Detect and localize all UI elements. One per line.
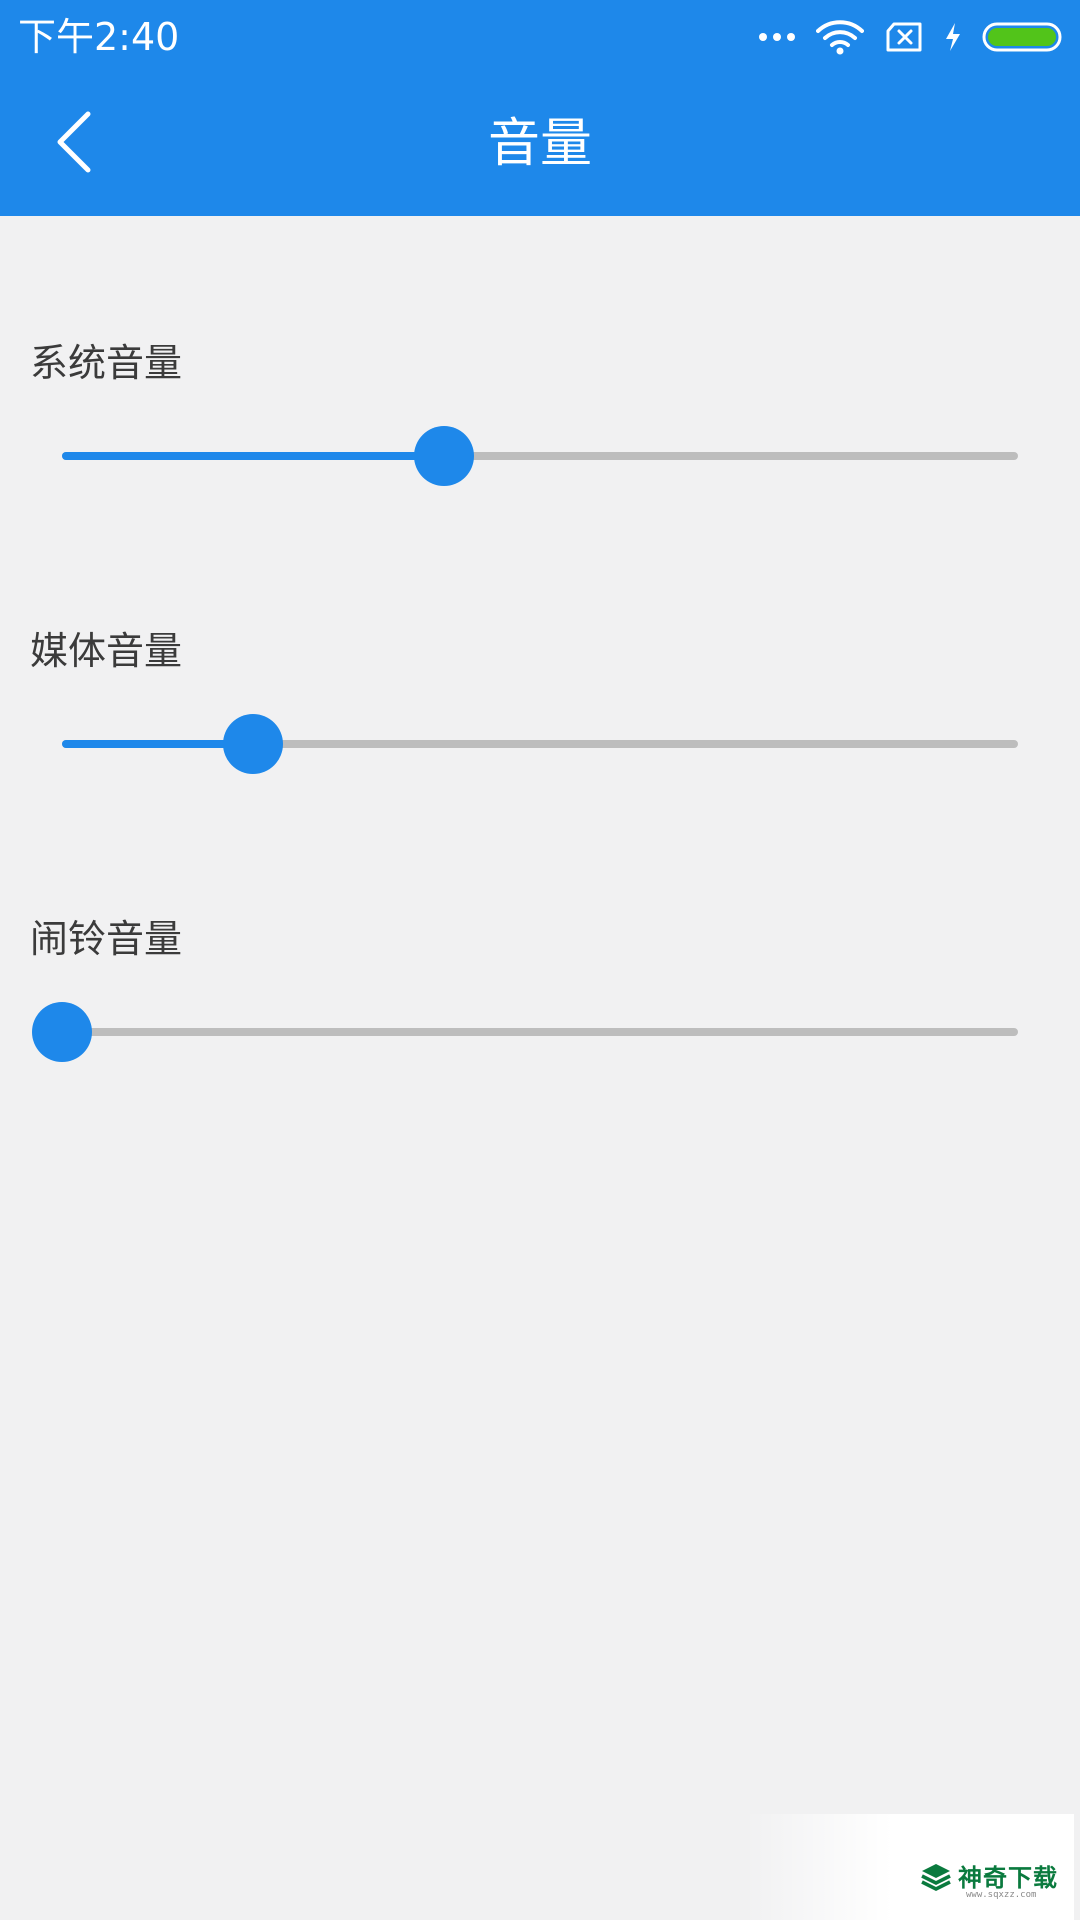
- watermark: 神奇下载 www.sqxzz.com: [744, 1814, 1074, 1920]
- slider-track: [62, 1028, 1018, 1036]
- watermark-logo-icon: [920, 1862, 952, 1896]
- slider-thumb[interactable]: [223, 714, 284, 774]
- page-title: 音量: [487, 114, 592, 174]
- media-volume-slider[interactable]: [62, 714, 1018, 774]
- status-bar: 下午2:40: [0, 0, 1080, 74]
- media-volume-section: 媒体音量: [0, 626, 1080, 826]
- charging-icon: [944, 22, 962, 52]
- slider-fill: [62, 452, 445, 460]
- media-volume-label: 媒体音量: [30, 629, 183, 673]
- system-volume-slider[interactable]: [62, 426, 1018, 486]
- more-dots-icon: [758, 32, 796, 42]
- volume-settings-screen: 下午2:40 音量 系统音量 媒体音量 闹铃音量 神奇下载 www.sqxzz.…: [0, 0, 1080, 1920]
- sim-none-icon: [884, 21, 924, 53]
- wifi-icon: [816, 19, 864, 55]
- status-time: 下午2:40: [18, 15, 180, 59]
- app-bar: 音量: [0, 74, 1080, 216]
- watermark-url: www.sqxzz.com: [966, 1890, 1037, 1900]
- slider-thumb[interactable]: [32, 1002, 92, 1062]
- system-volume-label: 系统音量: [30, 341, 183, 385]
- alarm-volume-section: 闹铃音量: [0, 914, 1080, 1114]
- system-volume-section: 系统音量: [0, 338, 1080, 538]
- watermark-text: 神奇下载: [958, 1864, 1058, 1892]
- alarm-volume-label: 闹铃音量: [30, 917, 183, 961]
- slider-thumb[interactable]: [414, 426, 475, 486]
- alarm-volume-slider[interactable]: [32, 1002, 1018, 1062]
- status-icons: [758, 16, 1062, 58]
- battery-icon: [982, 22, 1062, 52]
